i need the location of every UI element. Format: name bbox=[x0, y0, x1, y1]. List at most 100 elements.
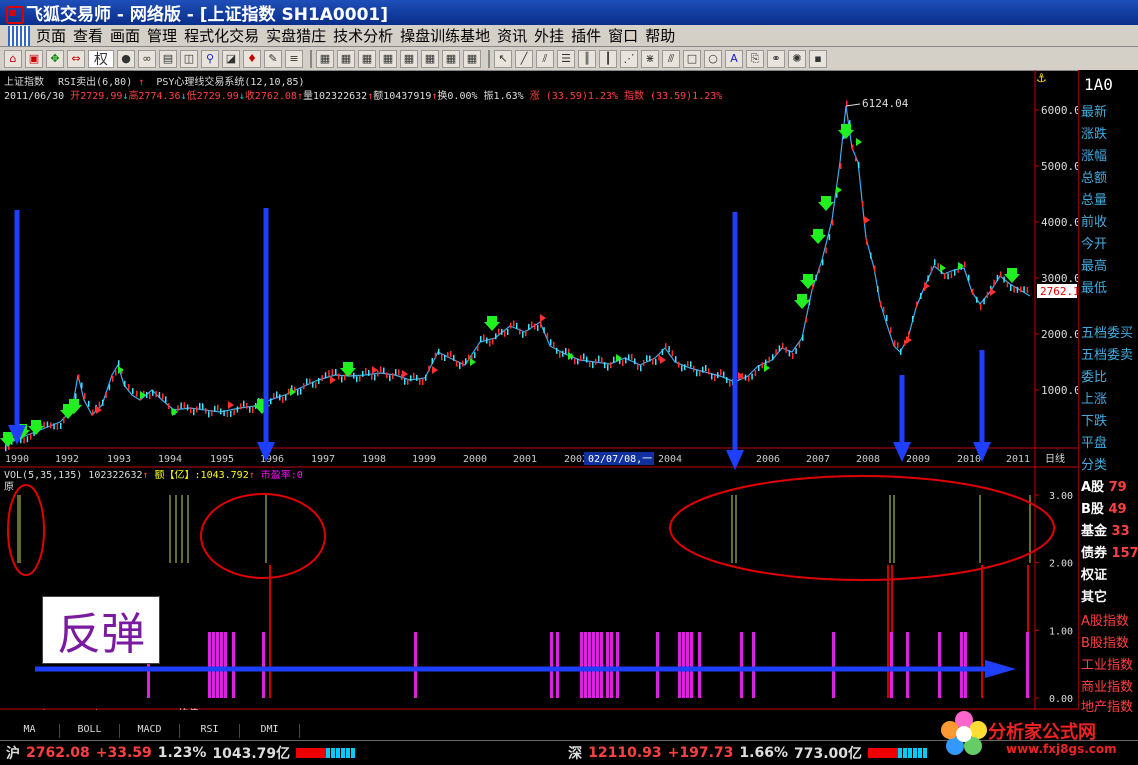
window1-icon[interactable]: ▦ bbox=[316, 49, 334, 68]
panel-item-rising[interactable]: 上涨 bbox=[1081, 388, 1107, 407]
panel-item-latest[interactable]: 最新 bbox=[1081, 101, 1107, 120]
panel-item-flat[interactable]: 平盘 bbox=[1081, 432, 1107, 451]
pointer-icon[interactable]: ↖ bbox=[494, 49, 512, 68]
nav-icon[interactable]: ✥ bbox=[46, 49, 64, 68]
panel-row-a[interactable]: A股 79 bbox=[1081, 476, 1127, 495]
panel-item-total-volume[interactable]: 总量 bbox=[1081, 189, 1107, 208]
candle-tick bbox=[1026, 287, 1029, 294]
rect-icon[interactable]: □ bbox=[683, 49, 701, 68]
candle-tick bbox=[474, 352, 476, 359]
panel-item-open[interactable]: 今开 bbox=[1081, 233, 1107, 252]
date-tick-label: 2000 bbox=[463, 454, 487, 465]
panel-item-commerce-index[interactable]: 商业指数 bbox=[1081, 676, 1133, 695]
period-icon[interactable]: ┃ bbox=[599, 49, 617, 68]
panel-item-total-amount[interactable]: 总额 bbox=[1081, 167, 1107, 186]
window8-icon[interactable]: ▦ bbox=[463, 49, 481, 68]
line-icon[interactable]: ╱ bbox=[515, 49, 533, 68]
menu-training[interactable]: 操盘训练基地 bbox=[400, 25, 497, 46]
origin-label: 原 bbox=[4, 481, 14, 493]
panel-item-ask5[interactable]: 五档委卖 bbox=[1081, 344, 1133, 363]
glasses-icon[interactable]: ∞ bbox=[138, 49, 156, 68]
channel-icon[interactable]: ⫽ bbox=[536, 49, 554, 68]
menu-program-trading[interactable]: 程式化交易 bbox=[184, 25, 266, 46]
panel-row-other[interactable]: 其它 bbox=[1081, 586, 1107, 605]
sell-signal-marker bbox=[402, 370, 408, 378]
window6-icon[interactable]: ▦ bbox=[421, 49, 439, 68]
window2-icon[interactable]: ▦ bbox=[337, 49, 355, 68]
fib-icon[interactable]: ☰ bbox=[557, 49, 575, 68]
menu-external[interactable]: 外挂 bbox=[534, 25, 571, 46]
tab-rsi[interactable]: RSI bbox=[180, 724, 240, 738]
compare-icon[interactable]: ● bbox=[117, 49, 135, 68]
menu-window[interactable]: 窗口 bbox=[608, 25, 645, 46]
candle-tick bbox=[782, 343, 784, 350]
candle-tick bbox=[696, 370, 698, 377]
link-icon[interactable]: ⚭ bbox=[767, 49, 785, 68]
panel-item-industry-index[interactable]: 工业指数 bbox=[1081, 654, 1133, 673]
candle-tick bbox=[146, 391, 148, 398]
pencil-icon[interactable]: ✎ bbox=[264, 49, 282, 68]
save-icon[interactable]: ▪ bbox=[809, 49, 827, 68]
candle-tick bbox=[711, 373, 713, 380]
text-icon[interactable]: A bbox=[725, 49, 743, 68]
book-icon[interactable]: ◫ bbox=[180, 49, 198, 68]
menu-page[interactable]: 页面 bbox=[36, 25, 73, 46]
panel-item-change[interactable]: 涨跌 bbox=[1081, 123, 1107, 142]
tab-macd[interactable]: MACD bbox=[120, 724, 180, 738]
candle-tick bbox=[5, 445, 7, 452]
search-icon[interactable]: ⚲ bbox=[201, 49, 219, 68]
books-icon[interactable]: ▤ bbox=[159, 49, 177, 68]
window7-icon[interactable]: ▦ bbox=[442, 49, 460, 68]
candle-tick bbox=[359, 375, 361, 382]
panel-item-b-index[interactable]: B股指数 bbox=[1081, 632, 1129, 651]
panel-item-ratio[interactable]: 委比 bbox=[1081, 366, 1107, 385]
panel-item-bid5[interactable]: 五档委买 bbox=[1081, 322, 1133, 341]
candle-tick bbox=[425, 374, 427, 381]
parallel-icon[interactable]: ⫻ bbox=[662, 49, 680, 68]
tab-ma[interactable]: MA bbox=[0, 724, 60, 738]
candle-tick bbox=[908, 331, 910, 338]
panel-row-bond[interactable]: 债券 157 bbox=[1081, 542, 1138, 561]
panel-item-category[interactable]: 分类 bbox=[1081, 454, 1107, 473]
rs-icon[interactable]: ▣ bbox=[25, 49, 43, 68]
panel-row-b[interactable]: B股 49 bbox=[1081, 498, 1127, 517]
menu-hunt[interactable]: 实盘猎庄 bbox=[266, 25, 333, 46]
menu-news[interactable]: 资讯 bbox=[497, 25, 534, 46]
indicator-chart[interactable]: VOL(5,35,135) 102322632↑ 额【亿】:1043.792↑ … bbox=[0, 470, 1078, 710]
bag-icon[interactable]: ◪ bbox=[222, 49, 240, 68]
highlight-ellipse bbox=[669, 475, 1055, 581]
menu-help[interactable]: 帮助 bbox=[645, 25, 682, 46]
palette-icon[interactable]: ✺ bbox=[788, 49, 806, 68]
panel-item-prev-close[interactable]: 前收 bbox=[1081, 211, 1107, 230]
panel-item-falling[interactable]: 下跌 bbox=[1081, 410, 1107, 429]
menu-plugins[interactable]: 插件 bbox=[571, 25, 608, 46]
gann-icon[interactable]: ⋇ bbox=[641, 49, 659, 68]
window5-icon[interactable]: ▦ bbox=[400, 49, 418, 68]
home-icon[interactable]: ⌂ bbox=[4, 49, 22, 68]
tab-dmi[interactable]: DMI bbox=[240, 724, 300, 738]
fan-icon[interactable]: ⋰ bbox=[620, 49, 638, 68]
panel-item-pct[interactable]: 涨幅 bbox=[1081, 145, 1107, 164]
panel-row-fund[interactable]: 基金 33 bbox=[1081, 520, 1130, 539]
switch-icon[interactable]: ⇔ bbox=[67, 49, 85, 68]
menu-view[interactable]: 查看 bbox=[73, 25, 110, 46]
panel-row-warrant[interactable]: 权证 bbox=[1081, 564, 1107, 583]
alarm-icon[interactable]: ♦ bbox=[243, 49, 261, 68]
layers-icon[interactable]: ≡ bbox=[285, 49, 303, 68]
circle-icon[interactable]: ○ bbox=[704, 49, 722, 68]
candle-tick bbox=[646, 355, 648, 362]
quan-button[interactable]: 权 bbox=[88, 49, 114, 68]
candle-tick bbox=[434, 352, 437, 359]
menu-screen[interactable]: 画面 bbox=[110, 25, 147, 46]
panel-item-a-index[interactable]: A股指数 bbox=[1081, 610, 1129, 629]
window4-icon[interactable]: ▦ bbox=[379, 49, 397, 68]
panel-item-low[interactable]: 最低 bbox=[1081, 277, 1107, 296]
copy-icon[interactable]: ⎘ bbox=[746, 49, 764, 68]
bars-icon[interactable]: ║ bbox=[578, 49, 596, 68]
menu-manage[interactable]: 管理 bbox=[147, 25, 184, 46]
panel-item-high[interactable]: 最高 bbox=[1081, 255, 1107, 274]
tab-boll[interactable]: BOLL bbox=[60, 724, 120, 738]
window3-icon[interactable]: ▦ bbox=[358, 49, 376, 68]
menu-tech-analysis[interactable]: 技术分析 bbox=[333, 25, 400, 46]
price-chart[interactable]: 6000.0 5000.0 4000.0 3000.0 2000.0 1000.0 1990… bbox=[0, 70, 1078, 470]
